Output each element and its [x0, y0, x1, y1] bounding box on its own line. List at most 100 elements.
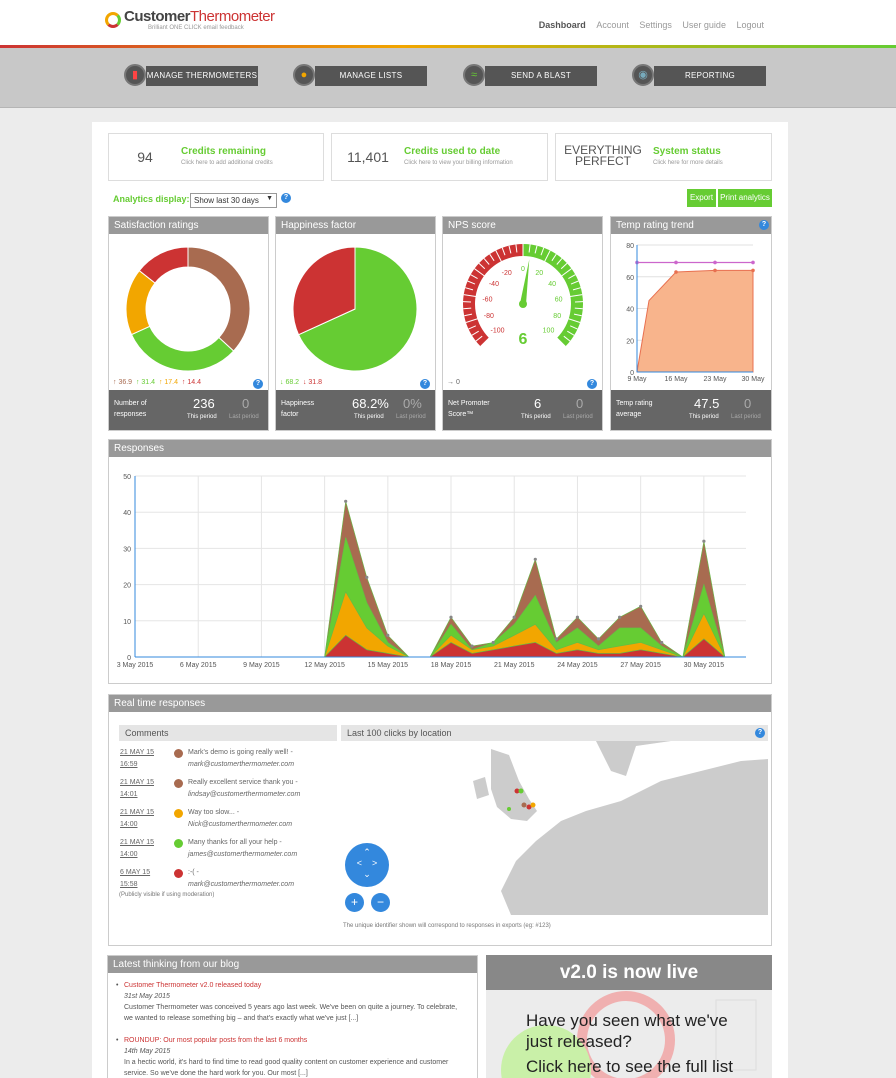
response-point [554, 637, 558, 641]
footer-value: 236 [193, 396, 215, 411]
footer-label: Happiness factor [281, 400, 315, 418]
gauge-label: 80 [553, 313, 561, 320]
credits-remaining-card[interactable]: 94 Credits remaining Click here to add a… [108, 133, 324, 181]
help-icon[interactable]: ? [281, 193, 291, 203]
responses-title: Responses [109, 440, 771, 457]
footer-last-period: Last period [396, 414, 426, 420]
export-button[interactable]: Export [687, 189, 716, 207]
system-status-label: System status [653, 146, 721, 157]
help-icon[interactable]: ? [253, 379, 263, 389]
eye-icon[interactable]: ◉ [632, 64, 654, 86]
map-point[interactable] [530, 802, 536, 808]
legend-green: ↑ 31.4 [135, 379, 156, 386]
analytics-period-select[interactable]: Show last 30 days ▼ [190, 193, 277, 208]
main-content: 94 Credits remaining Click here to add a… [92, 122, 788, 1078]
responses-chart: 0 10 20 30 40 50 3 May 2015 6 May 2015 9 May 201… [117, 474, 746, 669]
happiness-legend-row: ↓ 68.2 ↓ 31.8 [280, 379, 322, 386]
location-map[interactable] [341, 741, 768, 915]
logo[interactable]: CustomerThermometer Brilliant ONE CLICK … [105, 8, 275, 31]
response-area-series [135, 501, 746, 658]
response-area-series [135, 591, 746, 658]
nav-settings[interactable]: Settings [639, 20, 672, 30]
comment-date[interactable]: 6 MAY 15 15:58 [120, 867, 160, 891]
response-point [660, 640, 664, 645]
nps-legend: → 0 [447, 379, 460, 386]
satisfaction-footer: Number of responses 236 0 This period La… [109, 390, 268, 430]
manage-lists-button[interactable]: MANAGE LISTS [315, 66, 427, 86]
system-status-sub: Click here for more details [653, 160, 723, 166]
legend-red: ↑ 14.4 [181, 379, 201, 386]
comment-date[interactable]: 21 MAY 15 14:01 [120, 777, 160, 801]
gauge-label: -20 [502, 270, 512, 277]
temp-trend-chart: 0204060809 May 16 May 23 May 30 May [626, 243, 765, 383]
blog-item-title[interactable]: ROUNDUP: Our most popular posts from the… [124, 1035, 464, 1046]
system-status-value: EVERYTHING PERFECT [564, 143, 642, 168]
nav-dashboard[interactable]: Dashboard [539, 20, 586, 30]
footer-value: 6 [534, 396, 542, 411]
system-status-card[interactable]: EVERYTHING PERFECT System status Click h… [555, 133, 772, 181]
x-tick-label: 3 May 2015 [117, 662, 154, 669]
top-nav: Dashboard Account Settings User guide Lo… [531, 20, 764, 30]
gauge-label: 40 [548, 281, 556, 288]
promo-more-link[interactable]: Click here to see the full list [526, 1057, 772, 1077]
response-point [618, 615, 622, 619]
top-header: CustomerThermometer Brilliant ONE CLICK … [0, 0, 896, 46]
credits-remaining-value: 94 [137, 149, 153, 165]
manage-thermometers-button[interactable]: MANAGE THERMOMETERS [146, 66, 258, 86]
response-point [639, 604, 643, 608]
help-icon[interactable]: ? [587, 379, 597, 389]
x-tick-label: 30 May [742, 376, 765, 383]
map-point[interactable] [507, 807, 511, 811]
x-tick-label: 9 May [627, 376, 647, 383]
y-tick-label: 10 [123, 619, 131, 626]
wifi-icon[interactable]: ≈ [463, 64, 485, 86]
map-title: Last 100 clicks by location [341, 725, 768, 741]
help-icon[interactable]: ? [755, 728, 765, 738]
comment-date[interactable]: 21 MAY 15 14:00 [120, 807, 160, 831]
nps-gauge: -100 -80 -60 -40-20 0 20 40 60 80 100 6 [462, 244, 584, 348]
x-tick-label: 21 May 2015 [494, 662, 535, 669]
y-tick-label: 20 [626, 338, 634, 345]
map-pan-control[interactable]: ⌃ < > ⌄ [345, 843, 389, 887]
blog-item: • Customer Thermometer v2.0 released tod… [116, 980, 464, 1024]
map-point[interactable] [521, 802, 527, 808]
blog-item-title[interactable]: Customer Thermometer v2.0 released today [124, 980, 464, 991]
response-point [365, 575, 369, 579]
satisfaction-donut [125, 246, 251, 372]
x-tick-label: 15 May 2015 [368, 662, 409, 669]
help-icon[interactable]: ? [420, 379, 430, 389]
map-point[interactable] [518, 788, 524, 794]
toolbar: ▮ MANAGE THERMOMETERS ● MANAGE LISTS ≈ S… [0, 48, 896, 108]
user-icon[interactable]: ● [293, 64, 315, 86]
zoom-out-button[interactable]: − [371, 893, 390, 912]
response-point [596, 637, 601, 641]
thermometer-icon[interactable]: ▮ [124, 64, 146, 86]
print-analytics-button[interactable]: Print analytics [718, 189, 772, 207]
comment-rating-dot [174, 839, 183, 848]
blog-title: Latest thinking from our blog [108, 956, 477, 973]
legend-orange: ↑ 17.4 [158, 379, 179, 386]
temp-trend-panel: Temp rating trend ? 0 20 40 60 80 9 May 16 May… [610, 216, 772, 431]
help-icon[interactable]: ? [759, 220, 769, 230]
comment-rating-dot [174, 809, 183, 818]
reporting-button[interactable]: REPORTING [654, 66, 766, 86]
comment-date[interactable]: 21 MAY 15 16:59 [120, 747, 160, 771]
v2-promo[interactable]: v2.0 is now live Have you seen what we'v… [486, 955, 772, 1078]
happiness-footer: Happiness factor 68.2% 0% This period La… [276, 390, 435, 430]
legend-happy: ↓ 68.2 [280, 379, 300, 386]
blog-item-date: 31st May 2015 [124, 993, 170, 1000]
satisfaction-title: Satisfaction ratings [109, 217, 268, 234]
send-a-blast-button[interactable]: SEND A BLAST [485, 66, 597, 86]
zoom-in-button[interactable]: + [345, 893, 364, 912]
comment-date[interactable]: 21 MAY 15 14:00 [120, 837, 160, 861]
credits-used-card[interactable]: 11,401 Credits used to date Click here t… [331, 133, 548, 181]
x-tick-label: 24 May 2015 [557, 662, 598, 669]
footer-value: 47.5 [694, 396, 720, 411]
nav-account[interactable]: Account [596, 20, 629, 30]
footer-period: This period [187, 414, 217, 420]
temp-area [636, 269, 754, 373]
nav-logout[interactable]: Logout [736, 20, 764, 30]
footer-last-period: Last period [229, 414, 259, 420]
y-tick-label: 40 [123, 510, 131, 517]
nav-user-guide[interactable]: User guide [682, 20, 726, 30]
